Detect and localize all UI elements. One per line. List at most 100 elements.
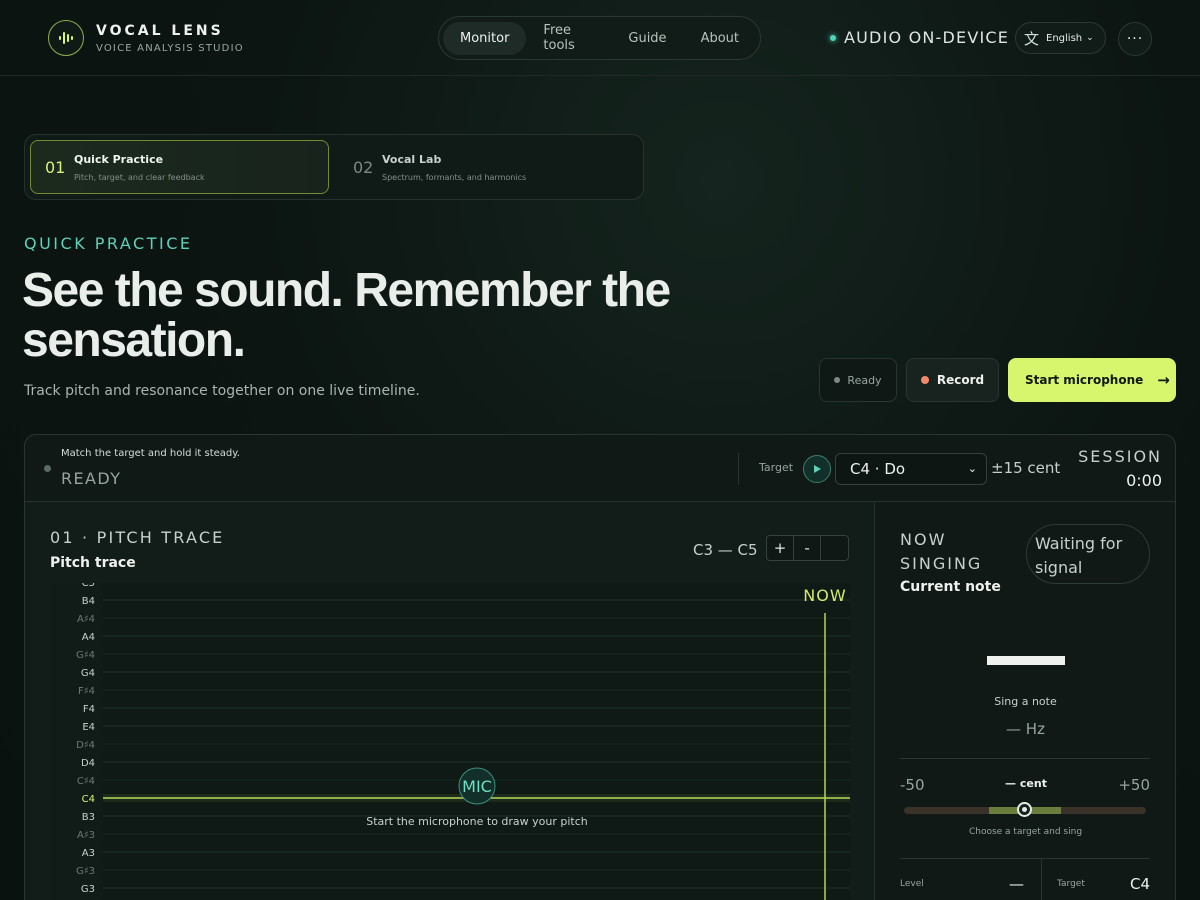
- cent-max-label: +50: [1118, 776, 1150, 794]
- record-label: Record: [936, 373, 985, 387]
- brand[interactable]: VOCAL LENS VOICE ANALYSIS STUDIO: [48, 20, 244, 56]
- note-label: F4: [83, 704, 95, 715]
- translate-icon: 文: [1024, 29, 1040, 48]
- session-label: SESSION: [1078, 447, 1162, 466]
- pitch-trace-panel: 01 · PITCH TRACE Pitch trace C3 — C5 + -…: [25, 502, 875, 900]
- note-label: C♯4: [77, 776, 95, 787]
- audio-status-label: AUDIO ON-DEVICE: [844, 28, 1010, 47]
- zoom-reset-button[interactable]: [821, 536, 848, 560]
- signal-status-badge: Waiting for signal: [1026, 524, 1150, 584]
- language-label: English: [1046, 32, 1083, 44]
- audio-status: AUDIO ON-DEVICE: [830, 28, 1009, 47]
- current-note-placeholder: [987, 656, 1065, 665]
- mic-label: MIC: [462, 777, 492, 796]
- note-label: A4: [82, 632, 95, 643]
- empty-state-message: Start the microphone to draw your pitch: [366, 815, 588, 828]
- note-label: B4: [82, 596, 95, 607]
- zoom-in-button[interactable]: +: [767, 536, 795, 560]
- note-label: G♯3: [76, 866, 95, 877]
- page-subtitle: Track pitch and resonance together on on…: [24, 383, 420, 399]
- status-dot-icon: [834, 377, 841, 383]
- pitch-eyebrow: 01 · PITCH TRACE: [50, 528, 225, 547]
- note-label: C5: [82, 583, 95, 589]
- note-label: A♯3: [77, 830, 95, 841]
- note-label: D4: [81, 758, 95, 769]
- pitch-range: C3 — C5: [693, 541, 758, 559]
- note-label: E4: [82, 722, 95, 733]
- nav-guide[interactable]: Guide: [611, 22, 683, 55]
- section-eyebrow: QUICK PRACTICE: [24, 234, 193, 253]
- note-label: G3: [81, 884, 95, 895]
- waveform-icon: [48, 20, 84, 56]
- record-dot-icon: [920, 376, 929, 384]
- mode-subtitle: Pitch, target, and clear feedback: [74, 172, 205, 182]
- session-state-dot-icon: [44, 465, 51, 472]
- nav-about[interactable]: About: [684, 22, 756, 55]
- meter-needle: [1017, 802, 1032, 817]
- language-select[interactable]: 文 English ⌄: [1015, 22, 1106, 54]
- cent-readout: — cent: [1005, 777, 1047, 790]
- divider: [900, 758, 1150, 759]
- session-hint: Match the target and hold it steady.: [61, 448, 240, 459]
- pitch-chart-svg: C5 B4 A♯4 A4 G♯4 G4 F♯4 F4 E4 D♯4 D4 C♯4 C4 B3 A♯3 A3 G♯…: [50, 583, 850, 900]
- arrow-right-icon: →: [1157, 371, 1170, 389]
- cent-meter: [904, 802, 1146, 817]
- session-state: READY: [61, 469, 122, 488]
- target-stat-value: C4: [1129, 875, 1150, 893]
- practice-panel: Match the target and hold it steady. REA…: [24, 434, 1176, 900]
- chevron-down-icon: ⌄: [967, 462, 977, 475]
- note-label: B3: [82, 812, 95, 823]
- nav-free-tools[interactable]: Free tools: [526, 14, 611, 62]
- play-target-button[interactable]: [803, 455, 831, 483]
- zoom-out-button[interactable]: -: [794, 536, 822, 560]
- current-note-title: Current note: [900, 579, 1001, 595]
- note-label: C4: [82, 794, 95, 805]
- divider: [900, 858, 1150, 859]
- note-label: A♯4: [77, 614, 95, 625]
- now-singing-panel: NOW SINGING Current note Waiting for sig…: [876, 502, 1175, 900]
- mode-number: 02: [353, 157, 374, 177]
- brand-subtitle: VOICE ANALYSIS STUDIO: [96, 42, 244, 54]
- note-label: G♯4: [76, 650, 95, 661]
- tolerance-value: ±15 cent: [991, 459, 1061, 477]
- nav-monitor[interactable]: Monitor: [443, 21, 527, 55]
- start-microphone-button[interactable]: Start microphone →: [1008, 358, 1176, 402]
- start-microphone-label: Start microphone: [1025, 373, 1144, 387]
- play-icon: [814, 465, 821, 473]
- mode-vocal-lab[interactable]: 02 Vocal Lab Spectrum, formants, and har…: [339, 140, 638, 194]
- note-label: F♯4: [78, 686, 95, 697]
- mode-quick-practice[interactable]: 01 Quick Practice Pitch, target, and cle…: [30, 140, 329, 194]
- divider: [738, 453, 739, 485]
- note-label: A3: [82, 848, 95, 859]
- status-badge: Ready: [819, 358, 897, 402]
- target-label: Target: [759, 461, 794, 474]
- divider: [1041, 858, 1042, 900]
- mode-title: Quick Practice: [74, 152, 164, 166]
- page-title: See the sound. Remember the sensation.: [22, 264, 671, 367]
- session-timer: 0:00: [1126, 471, 1162, 490]
- pitch-chart[interactable]: C5 B4 A♯4 A4 G♯4 G4 F♯4 F4 E4 D♯4 D4 C♯4 C4 B3 A♯3 A3 G♯…: [50, 583, 850, 900]
- record-button[interactable]: Record: [906, 358, 999, 402]
- zoom-controls: + -: [766, 535, 849, 561]
- sing-prompt: Sing a note: [994, 695, 1057, 708]
- mode-subtitle: Spectrum, formants, and harmonics: [382, 172, 527, 182]
- target-note-select[interactable]: C4 · Do ⌄: [835, 453, 987, 485]
- brand-title: VOCAL LENS: [96, 22, 224, 39]
- level-label: Level: [900, 879, 924, 889]
- cent-min-label: -50: [900, 776, 925, 794]
- level-value: —: [1009, 875, 1024, 893]
- status-label: Ready: [847, 373, 882, 387]
- status-dot-icon: [830, 34, 836, 41]
- note-label: D♯4: [76, 740, 95, 751]
- mode-title: Vocal Lab: [382, 152, 442, 166]
- top-bar: VOCAL LENS VOICE ANALYSIS STUDIO Monitor…: [0, 0, 1200, 76]
- pitch-title: Pitch trace: [50, 555, 136, 571]
- target-note-value: C4 · Do: [850, 460, 906, 478]
- more-menu-button[interactable]: ···: [1118, 22, 1152, 56]
- now-label: NOW: [803, 586, 846, 605]
- mode-switch: 01 Quick Practice Pitch, target, and cle…: [24, 134, 644, 200]
- frequency-readout: — Hz: [1006, 720, 1045, 738]
- main-nav: Monitor Free tools Guide About: [438, 16, 761, 60]
- note-label: G4: [81, 668, 95, 679]
- target-stat-label: Target: [1057, 879, 1085, 889]
